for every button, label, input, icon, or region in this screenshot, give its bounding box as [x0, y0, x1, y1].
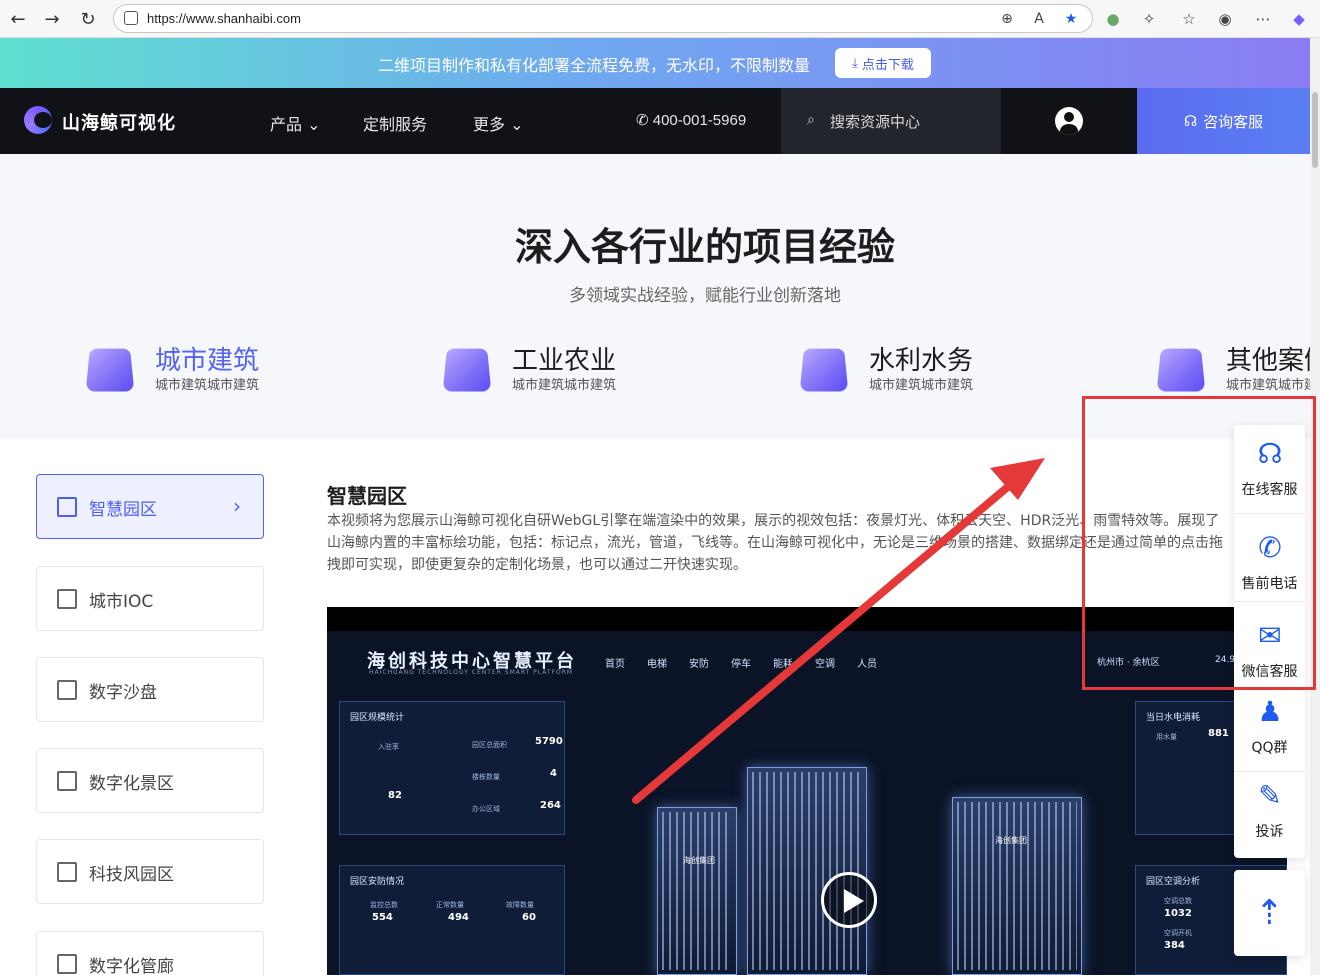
qq-icon: ♟: [1257, 695, 1283, 728]
forward-icon[interactable]: →: [40, 7, 64, 31]
sidebar-item-city-ioc[interactable]: 城市IOC: [36, 566, 264, 631]
search-box[interactable]: ⌕ 搜索资源中心: [781, 88, 1001, 154]
pipe-gallery-icon: [57, 954, 77, 974]
user-avatar-icon[interactable]: [1055, 107, 1083, 135]
chevron-down-icon: ⌄: [505, 115, 524, 134]
tech-park-icon: [57, 862, 77, 882]
video-panel-security: 园区安防情况 监控总数 554 正常数量 494 故障数量 60: [339, 865, 565, 975]
read-aloud-icon[interactable]: A: [1030, 10, 1048, 28]
scrollbar-thumb[interactable]: [1312, 92, 1318, 168]
building-icon: [57, 589, 77, 609]
section-title: 深入各行业的项目经验: [514, 225, 895, 269]
video-panel-scale: 园区规模统计 入驻率 82 园区总面积 5790 楼栋数量 4 办公区域 264: [339, 701, 565, 835]
sidebar-item-digital-pipe[interactable]: 数字化管廊: [36, 931, 264, 975]
tab-city-building[interactable]: 城市建筑 城市建筑城市建筑: [0, 334, 340, 442]
search-placeholder: 搜索资源中心: [830, 113, 921, 131]
headset-icon: ☊: [1183, 112, 1198, 130]
cube-icon: [1156, 348, 1206, 392]
nav-more[interactable]: 更多 ⌄: [473, 111, 524, 135]
download-icon: ⤓: [852, 55, 858, 71]
promo-banner: 二维项目制作和私有化部署全流程免费，无水印，不限制数量 ⤓ 点击下载: [0, 38, 1310, 88]
case-title: 智慧园区: [327, 484, 407, 508]
qq-group-button[interactable]: ♟ QQ群: [1234, 687, 1305, 775]
section-subtitle: 多领域实战经验，赋能行业创新落地: [569, 286, 841, 306]
nav-phone[interactable]: ✆ 400-001-5969: [636, 111, 746, 129]
search-icon: ⌕: [807, 112, 815, 128]
top-navigation: 山海鲸可视化 产品 ⌄ 定制服务 更多 ⌄ ✆ 400-001-5969 ⌕ 搜…: [0, 88, 1310, 154]
annotation-highlight-box: [1082, 396, 1316, 690]
profile-icon[interactable]: ◉: [1214, 8, 1236, 30]
extension-circle-icon[interactable]: ●: [1102, 8, 1124, 30]
video-building: [657, 807, 737, 975]
url-text: https://www.shanhaibi.com: [147, 11, 301, 26]
sidebar-item-smart-park[interactable]: 智慧园区 ›: [36, 474, 264, 539]
sidebar-item-digital-scenic[interactable]: 数字化景区: [36, 748, 264, 813]
crop-icon: [57, 680, 77, 700]
video-nav: 首页 电梯 安防 停车 能耗 空调 人员: [605, 659, 877, 670]
favorite-star-icon[interactable]: ★: [1062, 10, 1080, 28]
nav-product[interactable]: 产品 ⌄: [270, 111, 321, 135]
chevron-down-icon: ⌄: [302, 115, 321, 134]
scenic-icon: [57, 771, 77, 791]
building-icon: [57, 497, 77, 517]
tab-water-affairs[interactable]: 水利水务 城市建筑城市建筑: [714, 334, 1054, 442]
consult-button[interactable]: ☊ 咨询客服: [1137, 88, 1310, 154]
extensions-icon[interactable]: ✧: [1138, 8, 1160, 30]
play-icon[interactable]: [821, 872, 877, 928]
video-platform-subtitle: HAICHUANG TECHNOLOGY CENTER SMART PLATFO…: [369, 669, 574, 676]
phone-icon: ✆: [636, 112, 653, 129]
video-building: [747, 767, 867, 975]
sidebar-item-tech-park[interactable]: 科技风园区: [36, 839, 264, 904]
copilot-icon[interactable]: ◆: [1288, 8, 1310, 30]
zoom-icon[interactable]: ⊕: [998, 10, 1016, 28]
promo-text: 二维项目制作和私有化部署全流程免费，无水印，不限制数量: [378, 56, 811, 75]
tab-industry-agriculture[interactable]: 工业农业 城市建筑城市建筑: [357, 334, 697, 442]
city-building-icon: [85, 348, 135, 392]
brand-name[interactable]: 山海鲸可视化: [62, 109, 176, 135]
favorites-icon[interactable]: ☆: [1178, 8, 1200, 30]
complaint-button[interactable]: ✎ 投诉: [1234, 771, 1305, 859]
browser-toolbar: ← → ↻ https://www.shanhaibi.com ⊕ A ★ ● …: [0, 0, 1320, 38]
logo-icon[interactable]: [24, 106, 52, 134]
arrow-up-icon: ⇡: [1255, 893, 1284, 933]
complaint-icon: ✎: [1258, 779, 1282, 812]
factory-icon: [442, 348, 492, 392]
back-icon[interactable]: ←: [6, 7, 30, 31]
back-to-top-button[interactable]: ⇡: [1234, 870, 1305, 956]
video-building: [952, 797, 1082, 975]
more-icon[interactable]: ⋯: [1252, 8, 1274, 30]
sidebar-item-digital-sandbox[interactable]: 数字沙盘: [36, 657, 264, 722]
nav-custom-service[interactable]: 定制服务: [363, 111, 427, 135]
reload-icon[interactable]: ↻: [76, 7, 100, 31]
download-button[interactable]: ⤓ 点击下载: [835, 48, 931, 78]
chevron-right-icon: ›: [233, 494, 241, 518]
site-info-icon[interactable]: [124, 11, 138, 25]
address-bar[interactable]: https://www.shanhaibi.com ⊕ A ★: [113, 4, 1093, 33]
water-icon: [799, 348, 849, 392]
